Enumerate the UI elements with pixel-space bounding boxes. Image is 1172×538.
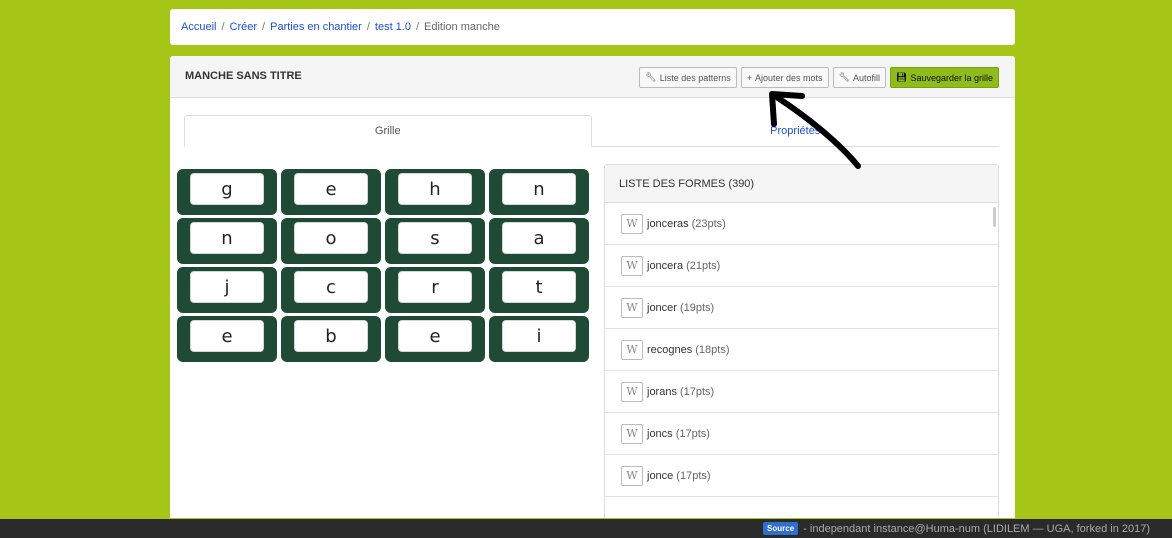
tab-proprietes[interactable]: Propriétés xyxy=(592,115,1000,147)
patterns-button[interactable]: 🔧︎ Liste des patterns xyxy=(639,67,737,88)
list-item: W recognes (18pts) xyxy=(605,329,998,371)
letter-tile[interactable]: b xyxy=(281,316,381,362)
patterns-button-label: Liste des patterns xyxy=(659,72,731,83)
list-item: W jonce (17pts) xyxy=(605,455,998,497)
letter-tile[interactable]: e xyxy=(177,316,277,362)
letter-tile-value: t xyxy=(502,271,576,303)
wikipedia-icon[interactable]: W xyxy=(621,339,643,360)
letter-grid: g e h n n o s a j c r t e b e i xyxy=(177,169,589,362)
letter-tile[interactable]: h xyxy=(385,169,485,215)
autofill-button-label: Autofill xyxy=(853,72,881,83)
wikipedia-icon[interactable]: W xyxy=(621,423,643,444)
floppy-disk-icon: 💾︎ xyxy=(896,72,908,82)
form-points: (21pts) xyxy=(686,259,721,272)
letter-tile[interactable]: e xyxy=(385,316,485,362)
form-points: (23pts) xyxy=(691,217,726,230)
letter-tile-value: s xyxy=(398,222,472,254)
form-word: jonceras xyxy=(647,217,689,230)
form-word: joncs xyxy=(647,427,673,440)
letter-tile-value: e xyxy=(294,173,368,205)
breadcrumb-separator: / xyxy=(415,21,420,33)
form-word: jonce xyxy=(647,469,674,482)
breadcrumb-separator: / xyxy=(262,21,266,33)
breadcrumb-accueil[interactable]: Accueil xyxy=(181,21,216,33)
form-word: recognes xyxy=(647,343,693,356)
letter-tile-value: c xyxy=(294,271,368,303)
letter-tile-value: a xyxy=(502,222,576,254)
wikipedia-icon[interactable]: W xyxy=(621,213,643,234)
letter-tile-value: i xyxy=(502,320,576,352)
list-item: W jorans (17pts) xyxy=(605,371,998,413)
magic-wand-icon: 🔧︎ xyxy=(838,72,850,82)
form-word: jorans xyxy=(647,385,677,398)
forms-list-title: LISTE DES FORMES (390) xyxy=(605,165,998,203)
form-points: (18pts) xyxy=(695,343,730,356)
breadcrumb: Accueil / Créer / Parties en chantier / test 1… xyxy=(170,9,1015,45)
letter-tile[interactable]: a xyxy=(489,218,589,264)
wikipedia-icon[interactable]: W xyxy=(621,381,643,402)
letter-tile[interactable]: j xyxy=(177,267,277,313)
forms-list-panel: LISTE DES FORMES (390) W jonceras (23pts… xyxy=(604,164,999,518)
list-item: W joncera (21pts) xyxy=(605,245,998,287)
breadcrumb-separator: / xyxy=(366,21,370,33)
letter-tile-value: g xyxy=(190,173,264,205)
breadcrumb-separator: / xyxy=(221,21,225,33)
autofill-button[interactable]: 🔧︎ Autofill xyxy=(832,67,887,88)
letter-tile[interactable]: s xyxy=(385,218,485,264)
breadcrumb-creer[interactable]: Créer xyxy=(230,21,258,33)
form-word: joncer xyxy=(647,301,677,314)
page-footer: Source - independant instance@Huma-num (… xyxy=(0,519,1172,538)
wikipedia-icon[interactable]: W xyxy=(621,297,643,318)
letter-tile[interactable]: i xyxy=(489,316,589,362)
plus-icon: + xyxy=(746,72,753,83)
list-item-partial xyxy=(605,497,998,518)
letter-tile-value: r xyxy=(398,271,472,303)
list-item: W jonceras (23pts) xyxy=(605,203,998,245)
save-grid-button-label: Sauvegarder la grille xyxy=(910,72,993,83)
form-word: joncera xyxy=(647,259,684,272)
letter-tile-value: o xyxy=(294,222,368,254)
forms-list-scrollbar[interactable] xyxy=(993,207,996,227)
edit-panel: MANCHE SANS TITRE 🔧︎ Liste des patterns … xyxy=(170,56,1015,518)
letter-tile-value: n xyxy=(502,173,576,205)
wikipedia-icon[interactable]: W xyxy=(621,255,643,276)
letter-tile-value: j xyxy=(190,271,264,303)
letter-tile[interactable]: o xyxy=(281,218,381,264)
letter-tile[interactable]: n xyxy=(489,169,589,215)
letter-tile-value: b xyxy=(294,320,368,352)
letter-tile[interactable]: t xyxy=(489,267,589,313)
form-points: (19pts) xyxy=(679,301,715,314)
page-title: MANCHE SANS TITRE xyxy=(185,70,302,82)
letter-tile-value: e xyxy=(190,320,264,352)
magic-wand-icon: 🔧︎ xyxy=(645,72,657,82)
letter-tile-value: n xyxy=(190,222,264,254)
add-words-button-label: Ajouter des mots xyxy=(755,72,823,83)
form-points: (17pts) xyxy=(679,385,715,398)
list-item: W joncer (19pts) xyxy=(605,287,998,329)
letter-tile[interactable]: e xyxy=(281,169,381,215)
list-item: W joncs (17pts) xyxy=(605,413,998,455)
letter-tile[interactable]: c xyxy=(281,267,381,313)
source-badge[interactable]: Source xyxy=(763,522,799,535)
breadcrumb-test[interactable]: test 1.0 xyxy=(375,21,411,33)
letter-tile-value: h xyxy=(398,173,472,205)
form-points: (17pts) xyxy=(676,469,711,482)
add-words-button[interactable]: + Ajouter des mots xyxy=(740,67,829,88)
footer-text: - independant instance@Huma-num (LIDILEM… xyxy=(803,522,1150,535)
tab-bar: Grille Propriétés xyxy=(184,115,999,147)
letter-tile[interactable]: r xyxy=(385,267,485,313)
toolbar: 🔧︎ Liste des patterns + Ajouter des mots… xyxy=(639,67,999,88)
letter-tile[interactable]: g xyxy=(177,169,277,215)
save-grid-button[interactable]: 💾︎ Sauvegarder la grille xyxy=(890,67,999,88)
panel-header: MANCHE SANS TITRE 🔧︎ Liste des patterns … xyxy=(170,56,1015,98)
tab-grille[interactable]: Grille xyxy=(184,115,592,147)
letter-tile-value: e xyxy=(398,320,472,352)
letter-tile[interactable]: n xyxy=(177,218,277,264)
breadcrumb-current: Edition manche xyxy=(424,21,500,33)
wikipedia-icon[interactable]: W xyxy=(621,465,643,486)
form-points: (17pts) xyxy=(675,427,710,440)
breadcrumb-parties[interactable]: Parties en chantier xyxy=(270,21,362,33)
